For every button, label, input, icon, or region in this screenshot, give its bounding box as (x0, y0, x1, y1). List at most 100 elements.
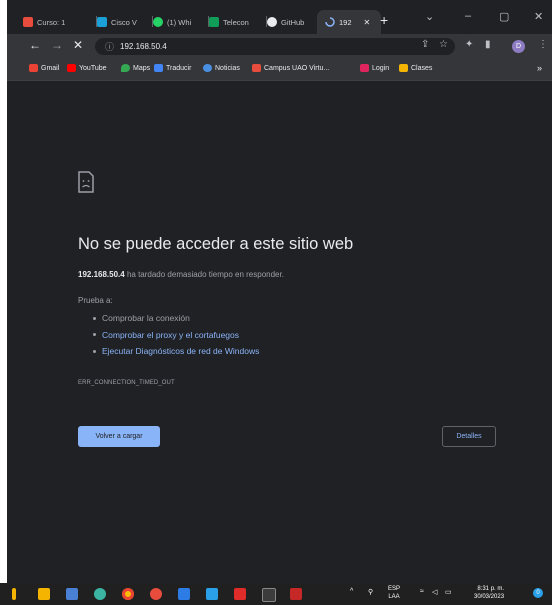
sad-page-icon (78, 171, 94, 193)
error-description: 192.168.50.4 ha tardado demasiado tiempo… (78, 270, 284, 279)
tab-telecon[interactable]: Telecon (203, 10, 267, 34)
news-icon (203, 64, 212, 72)
maximize-icon[interactable]: ▢ (499, 10, 509, 23)
terminal-icon[interactable] (262, 588, 276, 602)
widget-icon[interactable] (12, 588, 16, 600)
maps-icon (121, 64, 130, 72)
app-icon[interactable] (178, 588, 190, 600)
suggestion-diagnostics-link[interactable]: Ejecutar Diagnósticos de red de Windows (102, 346, 259, 356)
toolbar: ← → ✕ ⓘ 192.168.50.4 ⇪ ☆ ✦ ▮ D ⋮ (7, 34, 552, 60)
bookmarks-bar: Gmail YouTube Maps Traducir Noticias Cam… (7, 60, 552, 81)
info-icon[interactable]: ⓘ (105, 40, 114, 53)
language-indicator[interactable]: ESP LAA (388, 585, 400, 601)
suggestion-check-connection: Comprobar la conexión (102, 313, 190, 324)
battery-icon[interactable]: ▭ (445, 588, 452, 596)
notes-icon[interactable] (66, 588, 78, 600)
moodle-icon (23, 17, 33, 27)
address-bar[interactable]: ⓘ 192.168.50.4 (95, 38, 455, 55)
back-icon[interactable]: ← (29, 38, 41, 52)
bullet-icon (93, 349, 96, 353)
list-item: Comprobar el proxy y el cortafuegos (93, 327, 259, 344)
notification-badge[interactable]: 0 (533, 588, 543, 598)
bookmark-label: Noticias (215, 64, 240, 72)
forward-icon[interactable]: → (51, 38, 63, 52)
list-item: Ejecutar Diagnósticos de red de Windows (93, 343, 259, 360)
volume-icon[interactable]: ◁ (432, 588, 437, 596)
bullet-icon (93, 316, 96, 320)
star-icon[interactable]: ☆ (439, 39, 448, 50)
tab-cisco[interactable]: Cisco V (91, 10, 153, 34)
details-button[interactable]: Detalles (442, 426, 496, 447)
bookmark-label: Gmail (41, 64, 60, 72)
avatar[interactable]: D (512, 40, 525, 53)
loading-icon (325, 17, 335, 27)
bookmark-label: Campus UAO Virtu... (264, 64, 330, 72)
tray-chevron-icon[interactable]: ^ (350, 588, 353, 595)
bookmark-noticias[interactable]: Noticias (203, 64, 240, 72)
mic-icon[interactable]: ⚲ (368, 588, 373, 596)
taskbar: ^ ⚲ ESP LAA ≈ ◁ ▭ 8:31 p. m. 30/03/2023 … (0, 583, 552, 605)
tab-label: Telecon (223, 17, 249, 27)
menu-icon[interactable]: ⋮ (538, 39, 548, 50)
error-code: ERR_CONNECTION_TIMED_OUT (78, 380, 175, 386)
filezilla-icon[interactable] (290, 588, 302, 600)
tab-label: 192 (339, 17, 352, 27)
share-icon[interactable]: ⇪ (421, 39, 429, 50)
whatsapp-icon (153, 17, 163, 27)
tab-whatsapp[interactable]: (1) Whi (147, 10, 209, 34)
close-tab-icon[interactable]: ✕ (364, 18, 371, 27)
bookmark-label: YouTube (79, 64, 107, 72)
minimize-icon[interactable]: – (465, 10, 471, 22)
address-text: 192.168.50.4 (120, 42, 167, 51)
tab-label: GitHub (281, 17, 305, 27)
acrobat-icon[interactable] (234, 588, 246, 600)
error-message: ha tardado demasiado tiempo en responder… (126, 270, 284, 279)
bookmark-login[interactable]: Login (360, 64, 389, 72)
try-label: Prueba a: (78, 296, 113, 305)
list-item: Comprobar la conexión (93, 310, 259, 327)
bookmark-gmail[interactable]: Gmail (29, 64, 59, 72)
youtube-icon (67, 64, 76, 72)
suggestion-list: Comprobar la conexión Comprobar el proxy… (93, 310, 259, 360)
tab-github[interactable]: GitHub (261, 10, 323, 34)
lang-line1: ESP (388, 586, 401, 592)
moodle-icon (252, 64, 261, 72)
new-tab-button[interactable]: + (380, 12, 388, 28)
tab-curso[interactable]: Curso: 1 (17, 10, 97, 34)
bookmarks-overflow-icon[interactable]: » (537, 63, 542, 73)
bookmark-label: Maps (133, 64, 151, 72)
host-name: 192.168.50.4 (78, 270, 125, 279)
close-icon[interactable]: ✕ (534, 10, 543, 23)
app-icon[interactable] (206, 588, 218, 600)
tab-active[interactable]: 192 ✕ (317, 10, 381, 34)
page-title: No se puede acceder a este sitio web (78, 235, 354, 253)
tab-label: (1) Whi (167, 17, 192, 27)
tab-search-icon[interactable]: ⌄ (425, 10, 434, 23)
extensions-icon[interactable]: ✦ (465, 39, 473, 50)
sheets-icon (209, 17, 219, 27)
wifi-icon[interactable]: ≈ (420, 588, 424, 595)
bookmark-label: Clases (411, 64, 433, 72)
bookmark-youtube[interactable]: YouTube (67, 64, 107, 72)
browser-window: Curso: 1 Cisco V (1) Whi Telecon GitHub … (7, 0, 552, 583)
clock[interactable]: 8:31 p. m. 30/03/2023 (474, 585, 504, 601)
classes-icon (399, 64, 408, 72)
bookmark-clases[interactable]: Clases (399, 64, 432, 72)
tab-label: Cisco V (111, 17, 137, 27)
reload-button[interactable]: Volver a cargar (78, 426, 160, 447)
lang-line2: LAA (388, 594, 400, 600)
bookmark-traducir[interactable]: Traducir (154, 64, 191, 72)
sidepanel-icon[interactable]: ▮ (485, 39, 491, 50)
app-icon[interactable] (150, 588, 162, 600)
app-icon[interactable] (94, 588, 106, 600)
bookmark-maps[interactable]: Maps (121, 64, 150, 72)
github-icon (267, 17, 277, 27)
error-page: No se puede acceder a este sitio web 192… (7, 81, 552, 583)
chrome-icon[interactable] (122, 588, 134, 600)
bullet-icon (93, 333, 96, 337)
file-explorer-icon[interactable] (38, 588, 50, 600)
suggestion-proxy-link[interactable]: Comprobar el proxy y el cortafuegos (102, 330, 239, 340)
bookmark-campus[interactable]: Campus UAO Virtu... (252, 64, 329, 72)
tab-label: Curso: 1 (37, 17, 66, 27)
stop-icon[interactable]: ✕ (73, 38, 83, 52)
